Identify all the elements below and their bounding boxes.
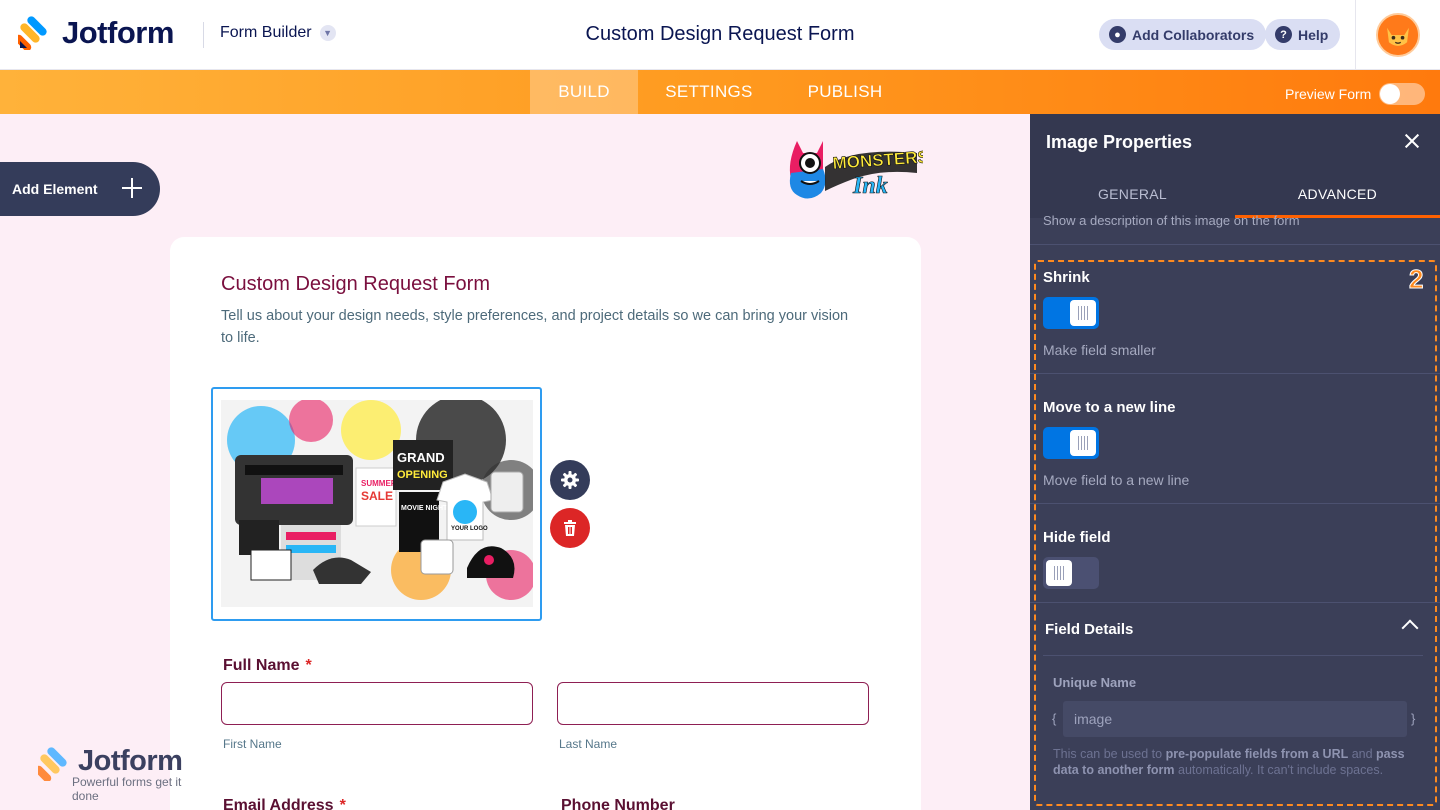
your-logo-text: YOUR LOGO bbox=[451, 526, 488, 532]
toggle-knob bbox=[1070, 430, 1096, 456]
first-name-input[interactable] bbox=[221, 682, 533, 725]
sale-text: SALE bbox=[361, 489, 393, 503]
question-icon: ? bbox=[1275, 26, 1292, 43]
opening-text: OPENING bbox=[397, 469, 448, 481]
image-field-selected[interactable]: SUMMER SALE GRAND OPENING MOVIE NIGHT YO… bbox=[211, 387, 542, 621]
help-text-bold: pre-populate fields from a URL bbox=[1165, 747, 1349, 761]
add-element-button[interactable]: Add Element bbox=[0, 162, 160, 216]
jotform-logo-icon bbox=[18, 16, 47, 50]
jotform-watermark: Jotform Powerful forms get it done bbox=[38, 745, 208, 803]
print-products-image: SUMMER SALE GRAND OPENING MOVIE NIGHT YO… bbox=[221, 400, 533, 607]
summer-text: SUMMER bbox=[361, 479, 397, 488]
panel-tabs: GENERAL ADVANCED bbox=[1030, 169, 1440, 218]
form-builder-dropdown[interactable]: Form Builder ▼ bbox=[220, 24, 336, 42]
close-icon[interactable] bbox=[1402, 131, 1422, 151]
full-name-label: Full Name * bbox=[223, 657, 312, 675]
monsters-ink-logo[interactable]: MONSTERS Ink bbox=[783, 133, 923, 205]
user-icon: ● bbox=[1109, 26, 1126, 43]
field-details-title: Field Details bbox=[1045, 621, 1134, 638]
avatar-cat-icon bbox=[1378, 15, 1418, 55]
plus-icon bbox=[122, 178, 142, 198]
preview-form-toggle[interactable] bbox=[1379, 83, 1426, 105]
preview-form: Preview Form bbox=[1285, 83, 1426, 105]
help-text-part: automatically. It can't include spaces. bbox=[1174, 763, 1384, 777]
first-name-sublabel: First Name bbox=[223, 737, 282, 751]
add-collaborators-button[interactable]: ● Add Collaborators bbox=[1099, 19, 1267, 50]
chevron-up-icon[interactable] bbox=[1401, 619, 1419, 637]
unique-name-value: image bbox=[1074, 711, 1113, 727]
movie-night-text: MOVIE NIGHT bbox=[401, 505, 448, 512]
phone-label: Phone Number bbox=[561, 797, 675, 810]
help-button[interactable]: ? Help bbox=[1265, 19, 1341, 50]
required-mark: * bbox=[305, 657, 312, 674]
gear-icon bbox=[561, 471, 579, 489]
svg-text:Ink: Ink bbox=[852, 173, 888, 199]
trash-icon bbox=[564, 520, 576, 536]
unique-name-label: Unique Name bbox=[1053, 675, 1137, 690]
form-description: Tell us about your design needs, style p… bbox=[221, 308, 849, 346]
grip-icon bbox=[1054, 566, 1064, 580]
hide-field-toggle[interactable] bbox=[1043, 557, 1099, 589]
add-element-label: Add Element bbox=[12, 181, 98, 197]
unique-name-help: This can be used to pre-populate fields … bbox=[1053, 746, 1418, 778]
tab-build[interactable]: BUILD bbox=[530, 70, 638, 114]
header-divider bbox=[203, 22, 204, 48]
builder-tab-bar: BUILD SETTINGS PUBLISH Preview Form bbox=[0, 70, 1440, 114]
new-line-label: Move to a new line bbox=[1043, 399, 1176, 416]
chevron-down-icon: ▼ bbox=[319, 25, 336, 41]
brace-open: { bbox=[1052, 711, 1057, 726]
preview-form-label: Preview Form bbox=[1285, 86, 1372, 102]
grand-text: GRAND bbox=[397, 450, 445, 465]
panel-title: Image Properties bbox=[1046, 132, 1193, 152]
watermark-tagline: Powerful forms get it done bbox=[72, 775, 182, 803]
delete-field-button[interactable] bbox=[550, 508, 590, 548]
divider bbox=[1030, 244, 1440, 245]
brace-close: } bbox=[1411, 711, 1416, 726]
help-text-part: This can be used to bbox=[1053, 747, 1166, 761]
new-line-help: Move field to a new line bbox=[1043, 472, 1190, 488]
avatar[interactable] bbox=[1376, 13, 1420, 57]
top-header: Jotform Form Builder ▼ Custom Design Req… bbox=[0, 0, 1440, 70]
email-required-mark: * bbox=[339, 797, 346, 810]
divider bbox=[1030, 602, 1440, 603]
jotform-logo[interactable]: Jotform bbox=[18, 15, 174, 51]
grip-icon bbox=[1078, 436, 1088, 450]
toggle-knob bbox=[1070, 300, 1096, 326]
divider bbox=[1030, 503, 1440, 504]
tab-general[interactable]: GENERAL bbox=[1030, 169, 1235, 218]
tab-publish[interactable]: PUBLISH bbox=[790, 70, 900, 114]
form-card: Custom Design Request Form Tell us about… bbox=[170, 237, 921, 810]
form-builder-label: Form Builder bbox=[220, 24, 312, 41]
tab-advanced[interactable]: ADVANCED bbox=[1235, 169, 1440, 218]
toggle-knob bbox=[1046, 560, 1072, 586]
hide-field-label: Hide field bbox=[1043, 529, 1111, 546]
shrink-toggle[interactable] bbox=[1043, 297, 1099, 329]
divider bbox=[1030, 373, 1440, 374]
annotation-number: 2 bbox=[1408, 264, 1424, 295]
help-text-part: and bbox=[1348, 747, 1377, 761]
tab-settings[interactable]: SETTINGS bbox=[643, 70, 775, 114]
jotform-watermark-icon bbox=[38, 747, 67, 781]
field-settings-button[interactable] bbox=[550, 460, 590, 500]
email-label-text: Email Address bbox=[223, 797, 334, 810]
header-divider-right bbox=[1355, 0, 1356, 70]
brand-name: Jotform bbox=[62, 15, 174, 50]
help-label: Help bbox=[1298, 26, 1329, 43]
image-description-help: Show a description of this image on the … bbox=[1043, 213, 1300, 228]
last-name-input[interactable] bbox=[557, 682, 869, 725]
email-label: Email Address * bbox=[223, 797, 346, 810]
shrink-help: Make field smaller bbox=[1043, 342, 1156, 358]
unique-name-input[interactable]: image bbox=[1063, 701, 1407, 737]
form-title: Custom Design Request Form bbox=[221, 273, 490, 295]
new-line-toggle[interactable] bbox=[1043, 427, 1099, 459]
add-collaborators-label: Add Collaborators bbox=[1132, 26, 1255, 43]
grip-icon bbox=[1078, 306, 1088, 320]
last-name-sublabel: Last Name bbox=[559, 737, 618, 751]
shrink-label: Shrink bbox=[1043, 269, 1090, 286]
watermark-brand: Jotform bbox=[78, 745, 183, 777]
divider bbox=[1043, 655, 1423, 656]
panel-header: Image Properties bbox=[1030, 114, 1440, 169]
full-name-label-text: Full Name bbox=[223, 657, 300, 674]
image-properties-panel: Image Properties GENERAL ADVANCED Show a… bbox=[1030, 114, 1440, 810]
